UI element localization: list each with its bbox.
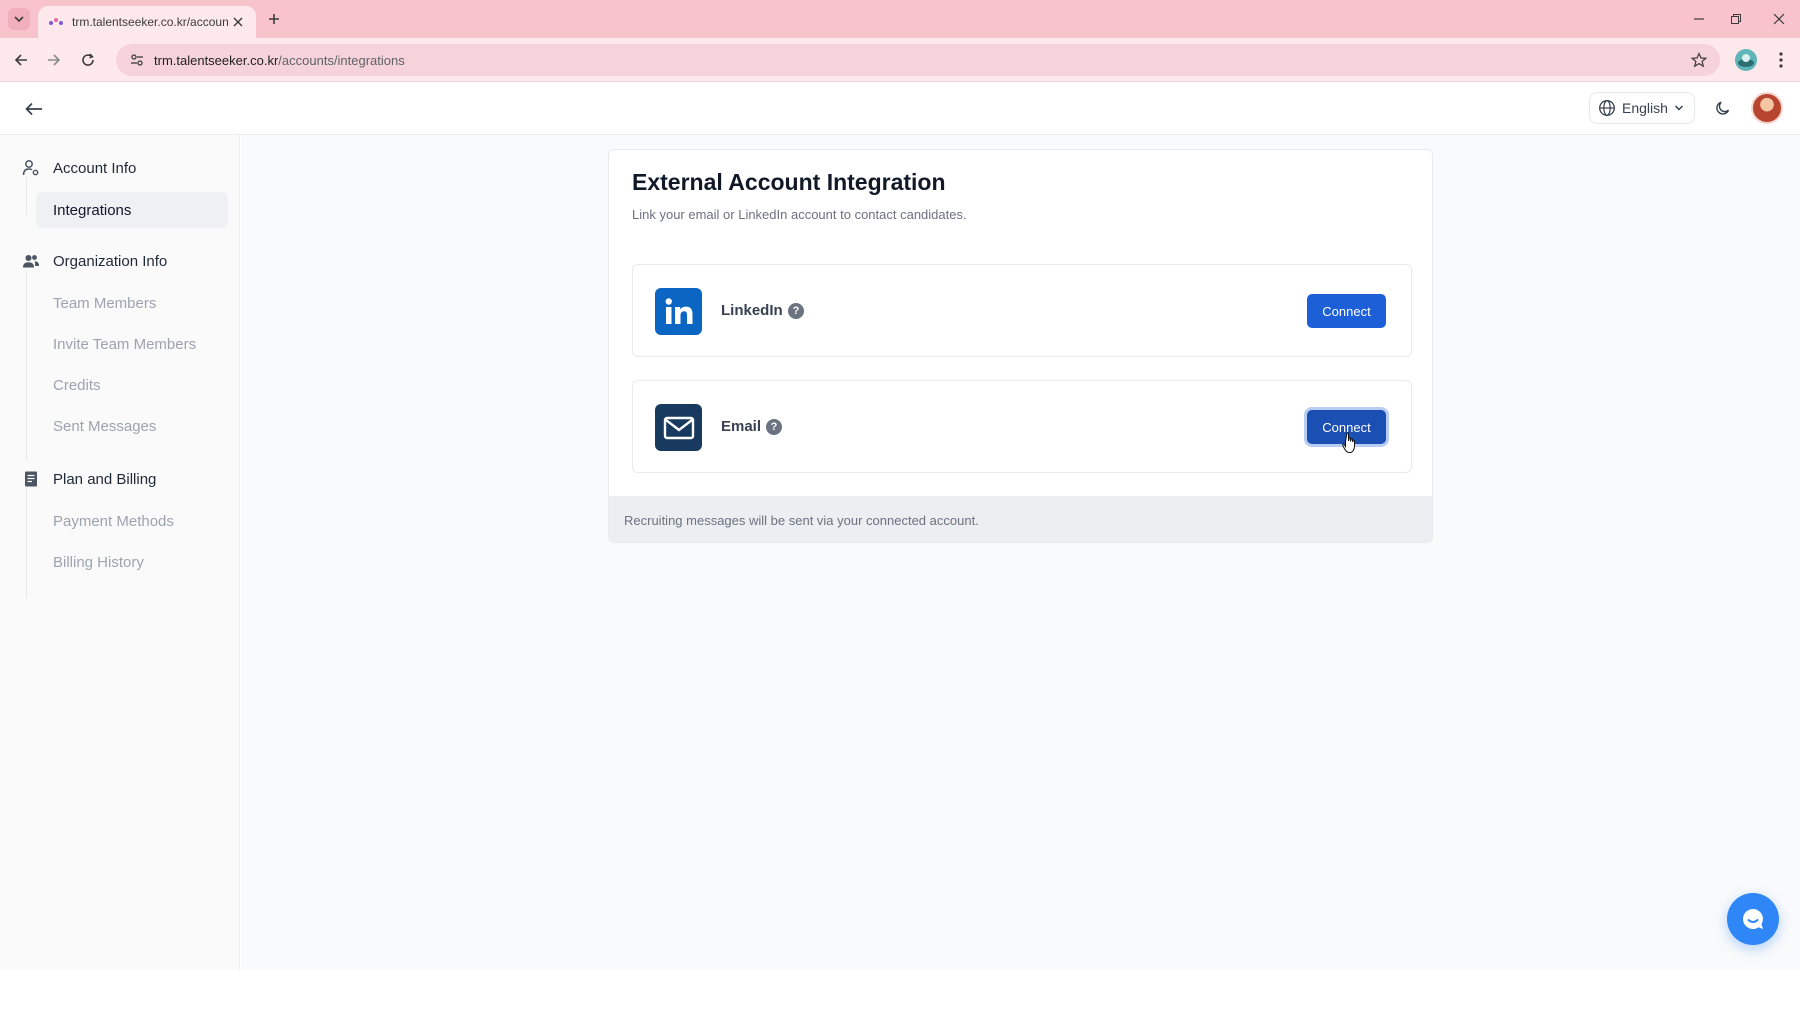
sidebar-section-account-info[interactable]: Account Info [22,159,136,177]
page-subtitle: Link your email or LinkedIn account to c… [632,207,967,222]
sidebar-divider [26,270,27,460]
chat-support-button[interactable] [1727,893,1779,945]
sidebar-divider [26,177,27,215]
url-text: trm.talentseeker.co.kr/accounts/integrat… [154,53,405,68]
close-window-button[interactable] [1769,9,1789,29]
globe-icon [1599,100,1615,116]
sidebar-item-invite-team-members[interactable]: Invite Team Members [36,326,228,362]
mail-icon [655,404,702,451]
sidebar-item-sent-messages[interactable]: Sent Messages [36,408,228,444]
linkedin-icon [655,288,702,335]
close-icon [1773,13,1785,25]
bookmark-star-icon[interactable] [1690,51,1708,69]
browser-tab[interactable]: trm.talentseeker.co.kr/accounts [38,6,256,38]
chevron-down-icon [1674,105,1683,111]
help-icon[interactable]: ? [788,303,804,319]
integration-name: Email [721,418,762,435]
reload-icon [82,53,94,66]
integration-name: LinkedIn [721,302,783,319]
user-cog-icon [22,159,40,177]
chat-icon [1743,909,1763,929]
language-select[interactable]: English [1589,92,1695,124]
url-host: trm.talentseeker.co.kr [154,52,279,68]
email-integration-row: Email ? Connect [632,380,1412,473]
sidebar-section-organization-info[interactable]: Organization Info [22,252,167,270]
address-bar[interactable]: trm.talentseeker.co.kr/accounts/integrat… [116,44,1720,76]
settings-sidebar: Account Info Integrations Organization I… [0,135,240,970]
linkedin-integration-row: LinkedIn ? Connect [632,264,1412,357]
new-tab-button[interactable] [264,9,284,29]
browser-tab-bar: trm.talentseeker.co.kr/accounts [0,0,1800,38]
language-label: English [1622,100,1668,116]
arrow-left-icon [25,102,42,116]
site-settings-icon[interactable] [128,51,146,69]
chevron-down-icon [14,16,24,23]
sidebar-item-payment-methods[interactable]: Payment Methods [36,503,228,539]
sidebar-section-label: Account Info [53,159,137,177]
sidebar-item-integrations[interactable]: Integrations [36,192,228,228]
sidebar-section-label: Plan and Billing [53,470,157,488]
tab-search-button[interactable] [8,8,30,30]
arrow-left-icon [14,54,27,66]
restore-window-button[interactable] [1726,9,1746,29]
close-tab-icon[interactable] [230,14,246,30]
sidebar-item-team-members[interactable]: Team Members [36,285,228,321]
pointer-cursor-icon [1342,432,1355,453]
sidebar-section-plan-and-billing[interactable]: Plan and Billing [22,470,156,488]
browser-forward-button[interactable] [43,49,65,71]
dark-mode-toggle[interactable] [1711,96,1735,120]
users-icon [22,252,40,270]
minimize-icon [1694,18,1704,20]
restore-icon [1731,14,1741,24]
minimize-window-button[interactable] [1689,9,1709,29]
arrow-right-icon [48,54,61,66]
tab-title: trm.talentseeker.co.kr/accounts [72,15,228,29]
sidebar-item-billing-history[interactable]: Billing History [36,544,228,580]
receipt-icon [22,470,40,488]
back-button[interactable] [22,97,46,121]
sidebar-divider [26,488,27,598]
browser-profile-avatar[interactable] [1735,49,1757,71]
browser-toolbar: trm.talentseeker.co.kr/accounts/integrat… [0,38,1800,82]
reload-button[interactable] [77,49,99,71]
more-vertical-icon [1779,52,1783,68]
app-header: English [0,82,1800,135]
integration-card: External Account Integration Link your e… [608,149,1433,543]
moon-icon [1716,101,1730,115]
browser-back-button[interactable] [10,49,32,71]
plus-icon [269,14,279,24]
card-footer-note: Recruiting messages will be sent via you… [609,496,1432,542]
user-avatar[interactable] [1751,92,1783,124]
sidebar-item-credits[interactable]: Credits [36,367,228,403]
url-path: /accounts/integrations [278,52,405,68]
site-favicon-icon [48,14,64,30]
page-title: External Account Integration [632,169,946,195]
sidebar-section-label: Organization Info [53,252,168,270]
linkedin-connect-button[interactable]: Connect [1307,294,1386,328]
help-icon[interactable]: ? [766,419,782,435]
browser-menu-button[interactable] [1772,49,1790,71]
